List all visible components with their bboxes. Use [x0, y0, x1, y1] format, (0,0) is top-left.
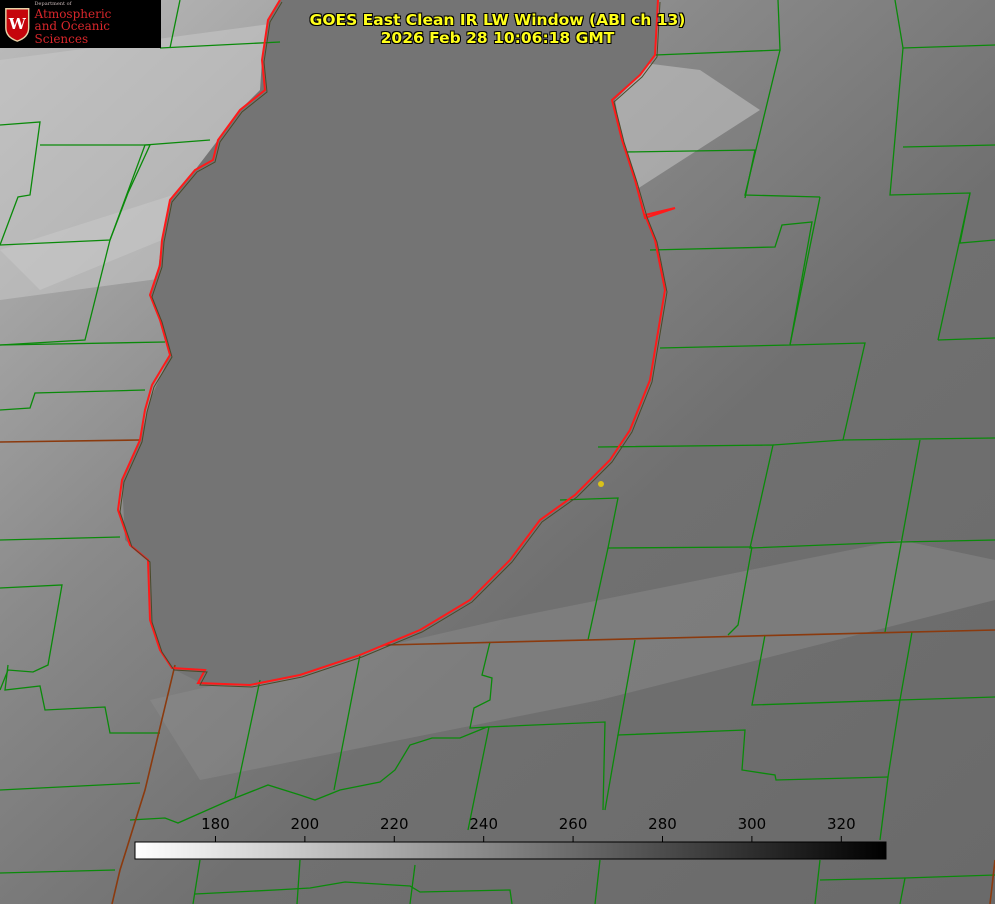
colorbar-tick-label: 300 — [737, 815, 767, 833]
image-timestamp: 2026 Feb 28 10:06:18 GMT — [380, 29, 615, 47]
image-title: GOES East Clean IR LW Window (ABI ch 13) — [309, 11, 686, 29]
ir-satellite-map — [0, 0, 995, 904]
colorbar-tick-label: 280 — [648, 815, 677, 833]
colorbar-tick-label: 180 — [201, 815, 230, 833]
colorbar-tick-label: 260 — [558, 815, 588, 833]
colorbar-tick-label: 200 — [290, 815, 320, 833]
colorbar-tick-label: 220 — [379, 815, 409, 833]
colorbar-tick-label: 320 — [826, 815, 856, 833]
colorbar — [134, 841, 887, 860]
colorbar-tick-label: 240 — [469, 815, 498, 833]
station-marker — [598, 481, 604, 487]
